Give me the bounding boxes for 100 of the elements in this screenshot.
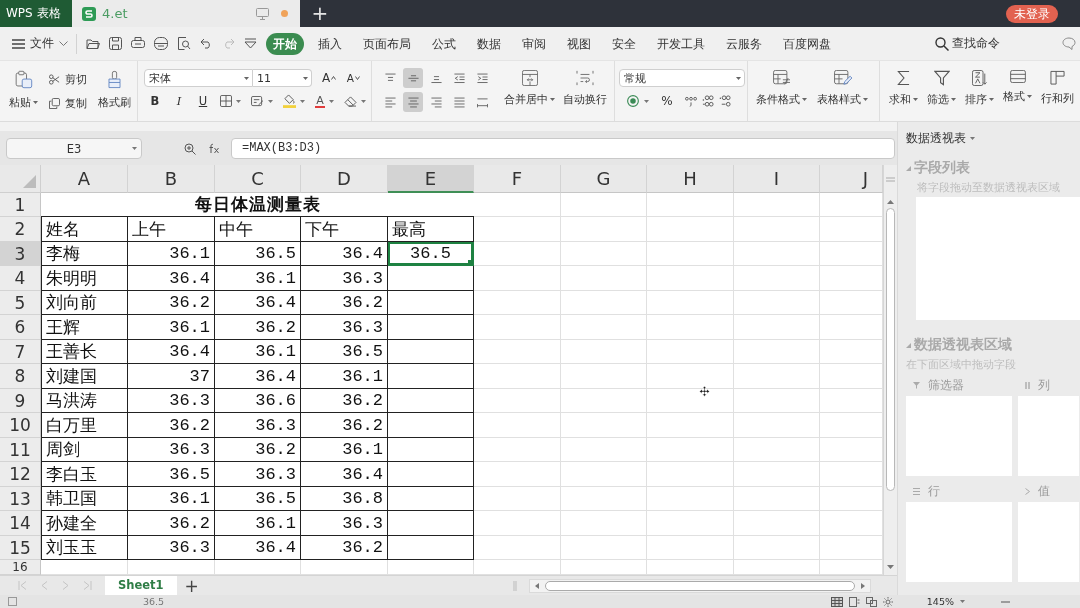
grid-cell[interactable] — [647, 462, 734, 487]
table-cell[interactable]: 中午 — [215, 217, 301, 242]
collapse-triangle-icon[interactable] — [906, 165, 911, 171]
grid-cell[interactable] — [474, 389, 561, 413]
row-header[interactable]: 11 — [0, 438, 41, 462]
table-cell[interactable]: 36.2 — [215, 315, 301, 340]
font-name-dropdown[interactable]: 宋体 — [144, 69, 253, 87]
grid-cell[interactable] — [561, 217, 647, 242]
caret-icon[interactable] — [644, 99, 649, 103]
table-cell[interactable]: 36.8 — [301, 487, 388, 511]
column-header[interactable]: F — [474, 165, 561, 193]
table-cell[interactable] — [388, 438, 474, 462]
ribbon-tab[interactable]: 数据 — [470, 32, 508, 55]
table-cell[interactable] — [388, 536, 474, 560]
grid-cell[interactable] — [734, 242, 820, 266]
table-cell[interactable]: 36.5 — [215, 487, 301, 511]
table-cell[interactable]: 孙建全 — [41, 511, 128, 536]
increase-font-button[interactable]: A — [322, 69, 337, 87]
rows-columns-button[interactable]: 行和列 — [1041, 61, 1074, 121]
grid-cell[interactable] — [734, 340, 820, 364]
table-cell[interactable]: 姓名 — [41, 217, 128, 242]
scroll-thumb[interactable] — [545, 580, 855, 591]
grid-cell[interactable] — [561, 462, 647, 487]
table-cell[interactable]: 36.3 — [301, 266, 388, 291]
increase-decimal-icon[interactable] — [702, 95, 714, 107]
table-cell[interactable]: 刘向前 — [41, 291, 128, 315]
table-cell[interactable] — [388, 315, 474, 340]
grid-cell[interactable] — [647, 217, 734, 242]
number-format-dropdown[interactable]: 常规 — [619, 69, 745, 87]
grid-cell[interactable] — [647, 242, 734, 266]
font-color-button[interactable]: A — [315, 94, 325, 108]
grid-cell[interactable] — [734, 193, 820, 217]
app-tab[interactable]: WPS 表格 — [0, 0, 72, 27]
align-center-button[interactable] — [403, 92, 423, 112]
horizontal-scrollbar[interactable] — [529, 578, 871, 593]
monitor-icon[interactable] — [256, 7, 269, 20]
grid-cell[interactable] — [734, 291, 820, 315]
undo-icon[interactable] — [200, 38, 213, 49]
table-cell[interactable]: 36.5 — [388, 242, 474, 266]
table-cell[interactable]: 36.4 — [301, 462, 388, 487]
square-icon[interactable] — [8, 597, 17, 606]
table-cell[interactable]: 36.2 — [128, 291, 215, 315]
grid-cell[interactable] — [474, 242, 561, 266]
page-layout-icon[interactable] — [848, 596, 860, 607]
row-header[interactable]: 4 — [0, 266, 41, 291]
table-cell[interactable] — [388, 511, 474, 536]
grid-cell[interactable] — [734, 462, 820, 487]
column-header[interactable]: B — [128, 165, 215, 193]
table-cell[interactable]: 李梅 — [41, 242, 128, 266]
floppy-disk-icon[interactable] — [109, 37, 122, 50]
column-header[interactable]: E — [388, 165, 474, 193]
italic-button[interactable]: I — [172, 92, 186, 110]
column-header[interactable]: G — [561, 165, 647, 193]
table-cell[interactable]: 白万里 — [41, 413, 128, 438]
file-menu[interactable]: 文件 — [12, 35, 68, 52]
column-header[interactable]: J — [820, 165, 883, 193]
decrease-decimal-icon[interactable] — [719, 95, 731, 107]
ribbon-tab[interactable]: 开发工具 — [650, 32, 712, 55]
table-cell[interactable]: 周剑 — [41, 438, 128, 462]
table-cell[interactable]: 36.3 — [128, 536, 215, 560]
table-cell[interactable]: 36.3 — [128, 389, 215, 413]
split-handle-icon[interactable] — [886, 177, 895, 182]
grid-cell[interactable] — [734, 217, 820, 242]
caret-icon[interactable] — [236, 99, 241, 103]
table-cell[interactable]: 刘建国 — [41, 364, 128, 389]
grid-cell[interactable] — [474, 487, 561, 511]
ribbon-tab[interactable]: 页面布局 — [356, 32, 418, 55]
grid-cell[interactable] — [561, 242, 647, 266]
table-cell[interactable]: 韩卫国 — [41, 487, 128, 511]
function-icon[interactable] — [208, 143, 220, 154]
add-sheet-button[interactable]: + — [184, 576, 199, 595]
table-cell[interactable]: 上午 — [128, 217, 215, 242]
grid-cell[interactable] — [647, 340, 734, 364]
table-cell[interactable] — [388, 413, 474, 438]
left-arrow-icon[interactable] — [535, 582, 539, 589]
table-cell[interactable]: 36.1 — [301, 364, 388, 389]
table-cell[interactable]: 36.3 — [128, 438, 215, 462]
up-arrow-icon[interactable] — [887, 200, 894, 204]
grid-cell[interactable] — [647, 487, 734, 511]
ribbon-tab[interactable]: 云服务 — [719, 32, 769, 55]
column-header[interactable]: H — [647, 165, 734, 193]
grid-cell[interactable] — [474, 315, 561, 340]
search-commands-button[interactable]: 查找命令 — [935, 35, 1000, 52]
cell-style-icon[interactable] — [251, 95, 264, 107]
grid-cell[interactable] — [734, 511, 820, 536]
table-cell[interactable]: 36.2 — [128, 413, 215, 438]
caret-icon[interactable] — [300, 99, 305, 103]
zoom-level[interactable]: 145% — [926, 596, 954, 607]
printer-icon[interactable] — [131, 37, 145, 50]
vertical-scrollbar[interactable] — [883, 165, 897, 575]
grid-cell[interactable] — [734, 266, 820, 291]
row-header[interactable]: 1 — [0, 193, 41, 217]
grid-cell[interactable] — [647, 536, 734, 560]
table-cell[interactable] — [388, 266, 474, 291]
panel-title[interactable]: 数据透视表 — [906, 130, 966, 147]
page-break-icon[interactable] — [865, 596, 877, 607]
table-cell[interactable]: 36.4 — [215, 536, 301, 560]
copy-button[interactable]: 复制 — [49, 92, 87, 114]
table-cell[interactable]: 36.1 — [215, 340, 301, 364]
table-cell[interactable]: 36.2 — [128, 511, 215, 536]
